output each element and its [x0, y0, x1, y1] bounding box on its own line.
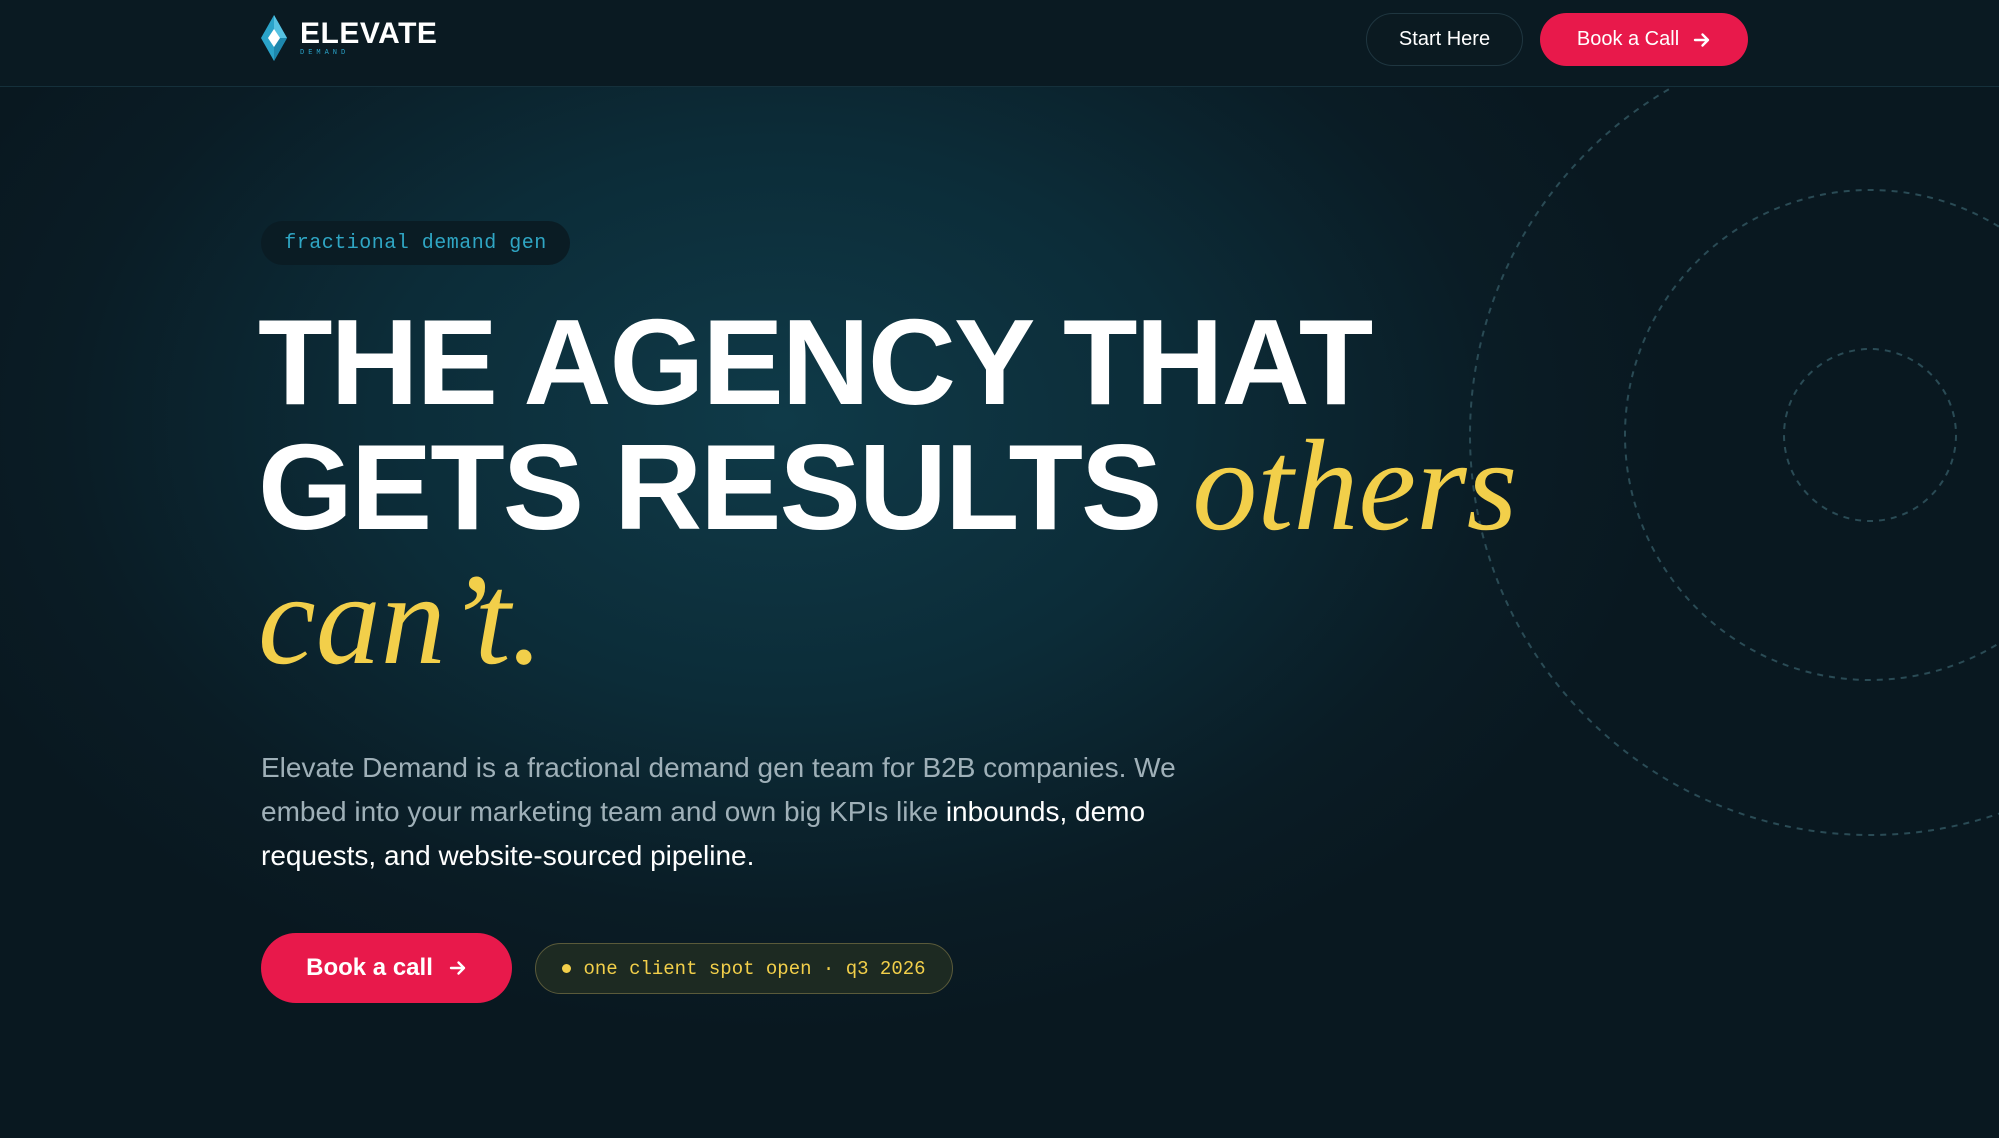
arrow-right-icon: [449, 961, 466, 975]
headline-bold-words: GETS RESULTS: [258, 419, 1162, 555]
logo-text: ELEVATE DEMAND: [300, 17, 438, 58]
book-a-call-nav-button[interactable]: Book a Call: [1540, 13, 1748, 66]
circle-inner: [1783, 348, 1957, 522]
start-here-label: Start Here: [1398, 28, 1491, 50]
logo-subtitle: DEMAND: [300, 49, 350, 57]
status-dot-icon: [562, 964, 572, 973]
hero-description: Elevate Demand is a fractional demand ge…: [261, 746, 1241, 878]
availability-badge: one client spot open · q3 2026: [535, 943, 953, 994]
headline-line-2: GETS RESULTS others: [258, 421, 1517, 551]
logo[interactable]: ELEVATE DEMAND: [260, 14, 437, 62]
hero-tag-label: fractional demand gen: [284, 231, 547, 255]
logo-word: ELEVATE: [300, 17, 438, 50]
diamond-gem-icon: [261, 15, 287, 61]
book-a-call-hero-button[interactable]: Book a call: [261, 933, 512, 1003]
arrow-right-icon: [1693, 32, 1710, 47]
headline-italic-words: others: [1192, 414, 1518, 558]
start-here-button[interactable]: Start Here: [1366, 13, 1523, 66]
headline-line-3: can’t.: [258, 548, 544, 692]
availability-label: one client spot open · q3 2026: [583, 957, 926, 980]
book-a-call-hero-label: Book a call: [306, 954, 433, 981]
book-a-call-nav-label: Book a Call: [1576, 28, 1680, 50]
site-header: ELEVATE DEMAND Start Here Book a Call: [0, 0, 1999, 87]
hero-tag: fractional demand gen: [261, 221, 570, 265]
page: ELEVATE DEMAND Start Here Book a Call fr…: [0, 0, 1999, 1138]
headline-line-1: THE AGENCY THAT: [258, 294, 1373, 430]
circle-outer: [1469, 34, 1999, 836]
circle-middle: [1624, 189, 1999, 681]
